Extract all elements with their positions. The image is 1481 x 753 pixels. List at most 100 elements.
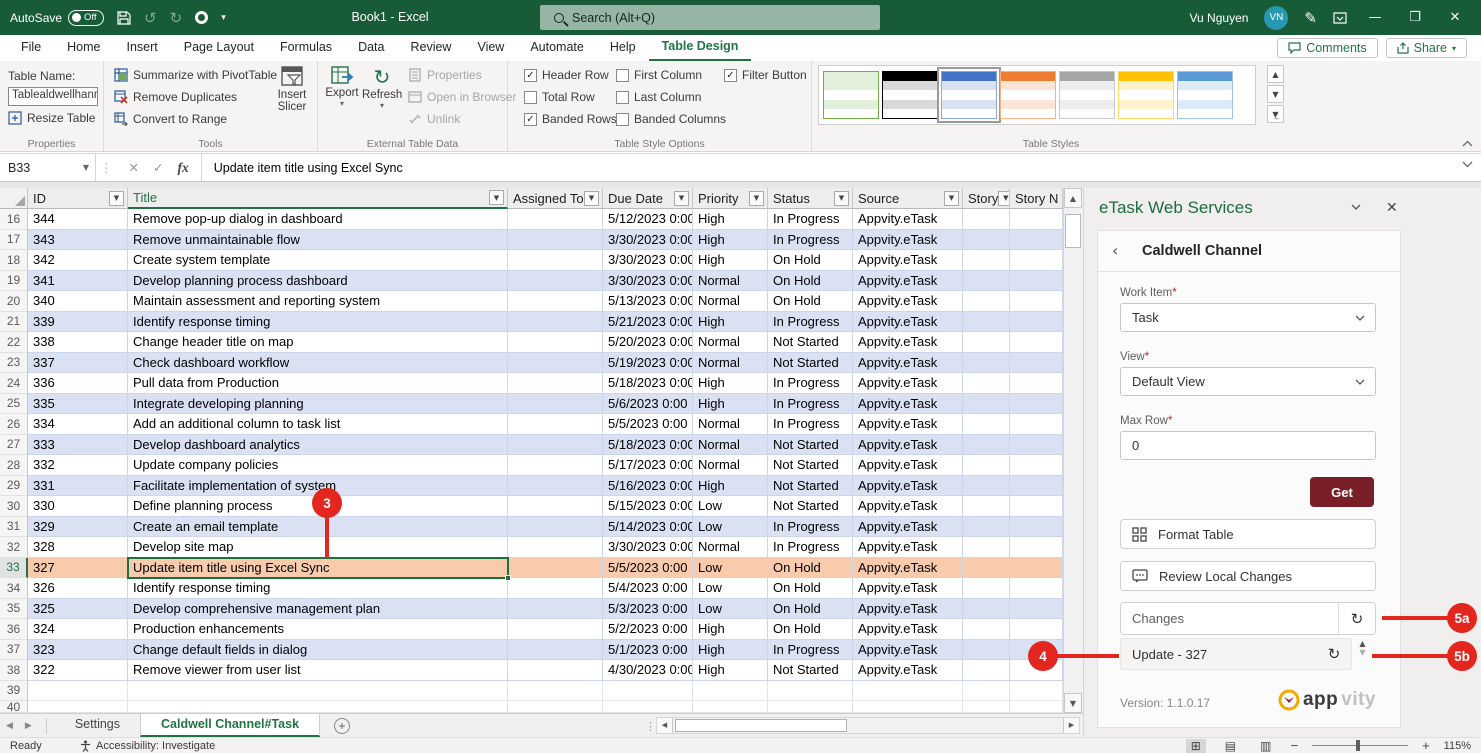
close-icon[interactable]: ✕ (1443, 10, 1467, 25)
namebox-dropdown-icon[interactable]: ▼ (83, 163, 89, 172)
cell[interactable]: 326 (28, 578, 128, 599)
cell[interactable]: High (693, 660, 768, 681)
cell[interactable] (963, 476, 1010, 497)
filter-dropdown-icon[interactable]: ▼ (489, 190, 504, 205)
cell[interactable] (963, 558, 1010, 579)
cell[interactable] (508, 496, 603, 517)
ribbon-tab-page-layout[interactable]: Page Layout (171, 36, 267, 60)
cell[interactable]: 5/3/2023 0:00 (603, 599, 693, 620)
cell[interactable]: Change default fields in dialog (128, 640, 508, 661)
ribbon-tab-review[interactable]: Review (397, 36, 464, 60)
sheet-nav-right-icon[interactable]: ▶ (19, 721, 38, 731)
cell[interactable]: Appvity.eTask (853, 353, 963, 374)
save-icon[interactable] (117, 11, 131, 25)
cell[interactable]: Appvity.eTask (853, 558, 963, 579)
cell[interactable] (963, 271, 1010, 292)
cell[interactable] (963, 291, 1010, 312)
unchecked-checkbox-icon[interactable] (616, 91, 629, 104)
undo-icon[interactable]: ↺ (144, 9, 157, 27)
cell[interactable]: High (693, 250, 768, 271)
ribbon-tab-insert[interactable]: Insert (114, 36, 171, 60)
qat-dropdown-icon[interactable]: ▾ (221, 13, 226, 23)
cell[interactable]: 5/5/2023 0:00 (603, 558, 693, 579)
filter-dropdown-icon[interactable]: ▼ (834, 191, 849, 206)
cell[interactable]: Appvity.eTask (853, 250, 963, 271)
row-header-20[interactable]: 20 (0, 291, 28, 312)
cell[interactable]: 5/6/2023 0:00 (603, 394, 693, 415)
cell[interactable]: Appvity.eTask (853, 312, 963, 333)
cell[interactable] (693, 681, 768, 702)
cell[interactable]: Pull data from Production (128, 373, 508, 394)
cell[interactable]: 3/30/2023 0:00 (603, 230, 693, 251)
cell[interactable]: Identify response timing (128, 312, 508, 333)
cell[interactable]: 339 (28, 312, 128, 333)
cell[interactable]: Normal (693, 537, 768, 558)
cell[interactable] (963, 414, 1010, 435)
cell[interactable]: High (693, 373, 768, 394)
cell[interactable]: 336 (28, 373, 128, 394)
row-header-24[interactable]: 24 (0, 373, 28, 394)
row-header-22[interactable]: 22 (0, 332, 28, 353)
page-break-view-icon[interactable]: ▥ (1255, 739, 1276, 753)
cell[interactable]: 330 (28, 496, 128, 517)
cell[interactable] (508, 435, 603, 456)
row-header-34[interactable]: 34 (0, 578, 28, 599)
cell[interactable]: Low (693, 517, 768, 538)
remove-duplicates-button[interactable]: Remove Duplicates (114, 90, 237, 104)
get-button[interactable]: Get (1310, 477, 1374, 507)
cell[interactable]: Appvity.eTask (853, 476, 963, 497)
cell[interactable]: Maintain assessment and reporting system (128, 291, 508, 312)
cell[interactable]: 338 (28, 332, 128, 353)
gallery-up-icon[interactable]: ▲ (1267, 65, 1284, 83)
ribbon-display-options-icon[interactable] (1333, 12, 1347, 24)
row-header-27[interactable]: 27 (0, 435, 28, 456)
cell[interactable]: 5/19/2023 0:00 (603, 353, 693, 374)
ribbon-tab-file[interactable]: File (8, 36, 54, 60)
checkbox-header-row[interactable]: ✓Header Row (524, 68, 609, 82)
cell[interactable]: Appvity.eTask (853, 496, 963, 517)
gallery-more-icon[interactable]: ▼̲ (1267, 105, 1284, 123)
cell[interactable]: 3/30/2023 0:00 (603, 271, 693, 292)
cell[interactable]: 5/17/2023 0:00 (603, 455, 693, 476)
zoom-level[interactable]: 115% (1444, 740, 1471, 752)
filter-dropdown-icon[interactable]: ▼ (109, 191, 124, 206)
filter-dropdown-icon[interactable]: ▼ (584, 191, 599, 206)
fill-handle[interactable] (505, 575, 511, 581)
cell[interactable]: Appvity.eTask (853, 640, 963, 661)
cell[interactable]: 332 (28, 455, 128, 476)
cell[interactable]: Create an email template (128, 517, 508, 538)
comments-button[interactable]: Comments (1277, 38, 1377, 58)
resize-table-button[interactable]: Resize Table (8, 111, 95, 125)
cell[interactable] (1010, 414, 1063, 435)
cell[interactable]: Normal (693, 353, 768, 374)
cell[interactable] (603, 681, 693, 702)
cell[interactable]: 5/5/2023 0:00 (603, 414, 693, 435)
user-name[interactable]: Vu Nguyen (1189, 11, 1248, 25)
autosave-toggle[interactable]: AutoSave Off (10, 10, 104, 26)
row-header-23[interactable]: 23 (0, 353, 28, 374)
cell[interactable]: High (693, 394, 768, 415)
cell[interactable] (963, 681, 1010, 702)
ribbon-tab-table-design[interactable]: Table Design (649, 35, 752, 61)
row-header-32[interactable]: 32 (0, 537, 28, 558)
cell[interactable]: On Hold (768, 271, 853, 292)
zoom-out-icon[interactable]: − (1290, 738, 1298, 753)
cell[interactable]: 344 (28, 209, 128, 230)
ribbon-tab-data[interactable]: Data (345, 36, 397, 60)
cell[interactable]: 3/30/2023 0:00 (603, 250, 693, 271)
cell[interactable]: On Hold (768, 578, 853, 599)
refresh-button[interactable]: ↻ Refresh ▾ (362, 65, 402, 110)
cell[interactable] (128, 681, 508, 702)
cell[interactable] (508, 517, 603, 538)
row-header-36[interactable]: 36 (0, 619, 28, 640)
summarize-pivottable-button[interactable]: Summarize with PivotTable (114, 68, 277, 82)
cell[interactable]: Appvity.eTask (853, 271, 963, 292)
cell[interactable]: Low (693, 578, 768, 599)
cell[interactable]: Low (693, 496, 768, 517)
column-header-source[interactable]: Source▼ (853, 188, 963, 209)
formula-content[interactable]: Update item title using Excel Sync (202, 161, 403, 175)
cell[interactable] (508, 394, 603, 415)
cell[interactable]: Identify response timing (128, 578, 508, 599)
insert-slicer-button[interactable]: Insert Slicer (272, 65, 312, 113)
table-style-green-light[interactable] (823, 71, 879, 119)
